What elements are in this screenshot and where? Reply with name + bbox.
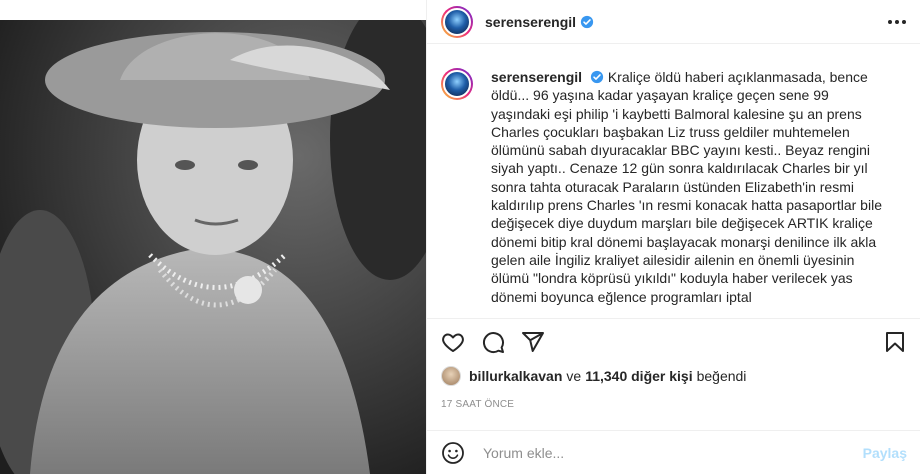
verified-icon bbox=[590, 70, 604, 84]
emoji-icon[interactable] bbox=[441, 441, 465, 465]
liker-username[interactable]: billurkalkavan bbox=[469, 368, 562, 384]
queen-portrait-image bbox=[0, 20, 426, 474]
likes-others[interactable]: 11,340 diğer kişi bbox=[585, 368, 692, 384]
author-avatar[interactable] bbox=[441, 5, 473, 38]
comments-area: serenserengil Kraliçe öldü haberi açıkla… bbox=[427, 56, 920, 308]
caption: serenserengil Kraliçe öldü haberi açıkla… bbox=[441, 56, 907, 306]
post-timestamp[interactable]: 17 SAAT ÖNCE bbox=[441, 399, 514, 410]
likes-suffix: beğendi bbox=[696, 368, 747, 384]
more-icon[interactable] bbox=[888, 19, 906, 24]
bookmark-icon[interactable] bbox=[883, 330, 907, 354]
comment-composer: Paylaş bbox=[427, 430, 920, 474]
caption-avatar[interactable] bbox=[441, 68, 473, 100]
verified-icon bbox=[580, 15, 594, 29]
post-photo[interactable] bbox=[0, 20, 426, 474]
liker-avatar[interactable] bbox=[441, 366, 461, 386]
caption-text-block: serenserengil Kraliçe öldü haberi açıkla… bbox=[491, 68, 887, 306]
likes-connector: ve bbox=[566, 368, 582, 384]
post-detail-panel: serenserengil serenserengil Kraliçe öldü… bbox=[426, 0, 920, 474]
caption-text: Kraliçe öldü haberi açıklanmasada, bence… bbox=[491, 69, 882, 305]
likes-summary: billurkalkavan ve 11,340 diğer kişi beğe… bbox=[441, 366, 746, 386]
comment-icon[interactable] bbox=[481, 330, 505, 354]
share-icon[interactable] bbox=[521, 330, 545, 354]
comment-input[interactable] bbox=[483, 444, 863, 461]
post-comment-button[interactable]: Paylaş bbox=[863, 445, 907, 461]
post-header: serenserengil bbox=[427, 0, 920, 44]
heart-icon[interactable] bbox=[441, 330, 465, 354]
author-username[interactable]: serenserengil bbox=[485, 14, 576, 30]
action-bar bbox=[427, 318, 920, 358]
caption-username[interactable]: serenserengil bbox=[491, 69, 582, 85]
